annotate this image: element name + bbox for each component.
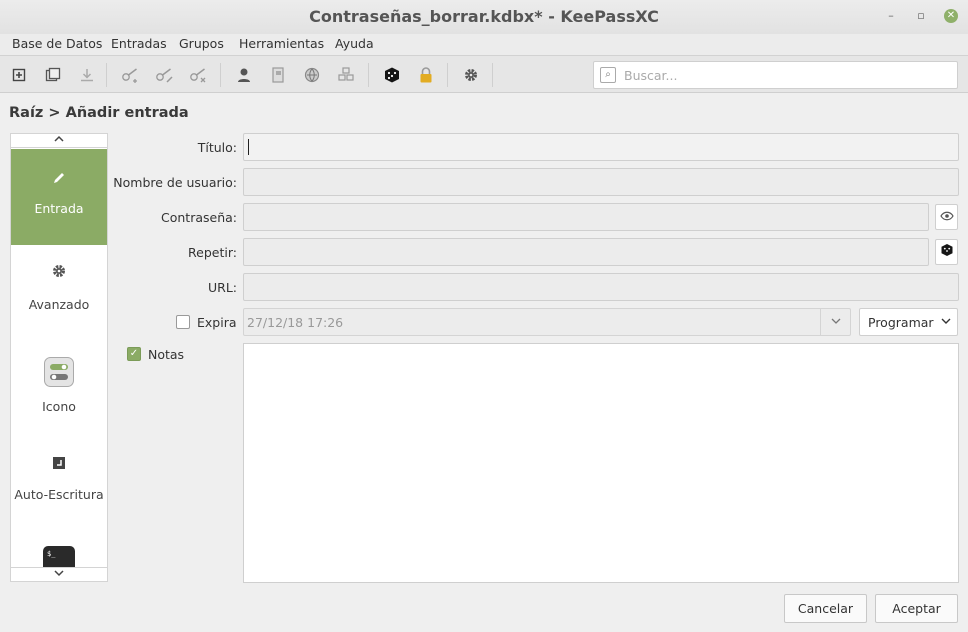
breadcrumb: Raíz > Añadir entrada: [9, 105, 189, 121]
expiry-date-value: 27/12/18 17:26: [247, 315, 344, 330]
search-icon[interactable]: ⌕: [600, 67, 616, 83]
toggle-icon: [44, 357, 74, 387]
url-field[interactable]: [243, 273, 959, 301]
category-label: Auto-Escritura: [14, 487, 104, 502]
menu-base-de-datos[interactable]: Base de Datos: [12, 36, 102, 51]
minimize-button[interactable]: –: [884, 9, 898, 23]
category-auto-escritura[interactable]: Auto-Escritura: [11, 437, 107, 525]
category-label: Avanzado: [28, 297, 90, 312]
eye-icon: [939, 210, 954, 225]
delete-entry-icon[interactable]: [188, 64, 210, 86]
category-list[interactable]: Entrada Avanzado Icono Auto-Escritura $_: [10, 133, 108, 582]
new-database-icon[interactable]: [8, 64, 30, 86]
text-cursor: [248, 139, 249, 155]
toolbar: ⌕: [0, 55, 968, 93]
category-label: Icono: [42, 399, 76, 414]
copy-username-icon[interactable]: [233, 64, 255, 86]
gear-icon: [51, 263, 67, 279]
menu-grupos[interactable]: Grupos: [179, 36, 224, 51]
scroll-down-button[interactable]: [11, 567, 107, 581]
password-generator-icon[interactable]: [381, 64, 403, 86]
autotype-icon[interactable]: [335, 64, 357, 86]
category-label: Entrada: [34, 201, 84, 216]
title-label: Título:: [197, 140, 237, 155]
url-label: URL:: [207, 280, 237, 295]
generate-password-button[interactable]: [935, 239, 958, 265]
edit-entry-icon[interactable]: [154, 64, 176, 86]
keyboard-icon: [51, 455, 67, 471]
menu-ayuda[interactable]: Ayuda: [335, 36, 374, 51]
toggle-password-visibility-button[interactable]: [935, 204, 958, 230]
expires-checkbox[interactable]: [176, 315, 190, 329]
cancel-button[interactable]: Cancelar: [784, 594, 867, 623]
dice-icon: [940, 243, 954, 261]
chevron-down-icon[interactable]: [820, 309, 850, 335]
notes-checkbox[interactable]: ✓: [127, 347, 141, 361]
chevron-down-icon: [941, 315, 951, 328]
maximize-button[interactable]: ▫: [914, 9, 928, 23]
settings-icon[interactable]: [460, 64, 482, 86]
menu-entradas[interactable]: Entradas: [111, 36, 167, 51]
password-label: Contraseña:: [161, 210, 237, 225]
terminal-icon: $_: [43, 546, 75, 572]
copy-url-icon[interactable]: [301, 64, 323, 86]
menu-herramientas[interactable]: Herramientas: [239, 36, 324, 51]
save-database-icon[interactable]: [76, 64, 98, 86]
repeat-password-field[interactable]: [243, 238, 929, 266]
lock-database-icon[interactable]: [415, 64, 437, 86]
username-field[interactable]: [243, 168, 959, 196]
open-database-icon[interactable]: [42, 64, 64, 86]
scroll-up-button[interactable]: [11, 134, 107, 148]
window-title: Contraseñas_borrar.kdbx* - KeePassXC: [309, 7, 659, 26]
svg-text:$_: $_: [47, 550, 56, 558]
expiry-date-field[interactable]: 27/12/18 17:26: [243, 308, 851, 336]
category-entrada[interactable]: Entrada: [11, 149, 107, 245]
category-icono[interactable]: Icono: [11, 341, 107, 431]
pencil-icon: [50, 169, 68, 187]
accept-button[interactable]: Aceptar: [875, 594, 958, 623]
search-box[interactable]: ⌕: [593, 61, 958, 89]
expiry-presets-label: Programar: [868, 315, 934, 330]
expires-label: Expira: [197, 315, 237, 330]
title-bar: Contraseñas_borrar.kdbx* - KeePassXC – ▫…: [0, 0, 968, 34]
repeat-label: Repetir:: [188, 245, 237, 260]
copy-password-icon[interactable]: [267, 64, 289, 86]
username-label: Nombre de usuario:: [113, 175, 237, 190]
menu-bar: Base de Datos Entradas Grupos Herramient…: [0, 34, 968, 55]
expiry-presets-select[interactable]: Programar: [859, 308, 958, 336]
add-entry-icon[interactable]: [120, 64, 142, 86]
close-button[interactable]: ✕: [944, 9, 958, 23]
notes-textarea[interactable]: [243, 343, 959, 583]
notes-label: Notas: [148, 347, 185, 362]
category-avanzado[interactable]: Avanzado: [11, 245, 107, 335]
title-field[interactable]: [243, 133, 959, 161]
search-input[interactable]: [624, 65, 944, 85]
password-field[interactable]: [243, 203, 929, 231]
